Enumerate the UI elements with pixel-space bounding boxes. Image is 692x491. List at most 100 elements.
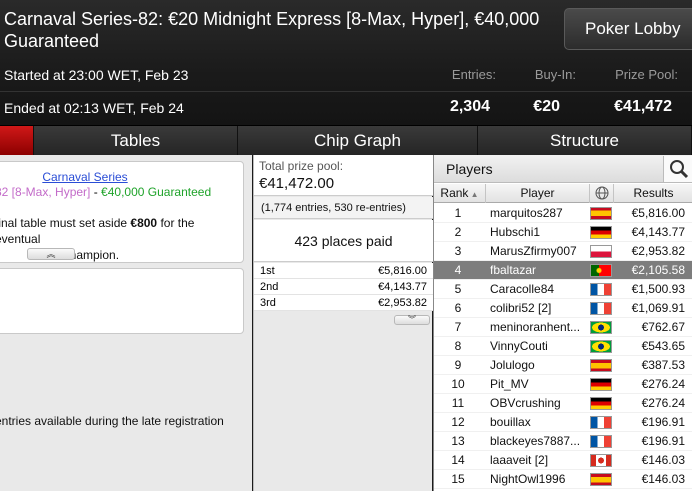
prize-pool-panel: Total prize pool: €41,472.00 (1,774 entr… xyxy=(253,155,433,491)
player-result: €276.24 xyxy=(641,377,685,391)
germany-flag-icon xyxy=(590,397,612,410)
results-column-header[interactable]: Results xyxy=(614,184,692,203)
payout-list: 1st €5,816.00 2nd €4,143.77 3rd €2,953.8… xyxy=(254,263,433,311)
players-column-headers: Rank ▲ Player Results xyxy=(434,184,692,203)
player-result: €543.65 xyxy=(641,339,685,353)
player-rank: 10 xyxy=(451,377,465,391)
player-row[interactable]: 15 NightOwl1996 €146.03 xyxy=(434,470,692,489)
player-row[interactable]: 8 VinnyCouti €543.65 xyxy=(434,337,692,356)
player-rank: 1 xyxy=(454,206,462,220)
sort-arrow-icon: ▲ xyxy=(468,190,479,199)
chevron-down-icon: ︾ xyxy=(408,315,416,324)
brazil-flag-icon xyxy=(590,340,612,353)
player-name: Pit_MV xyxy=(490,377,529,391)
search-icon xyxy=(670,160,689,179)
payout-row: 3rd €2,953.82 xyxy=(254,295,433,311)
tab-tables[interactable]: Tables xyxy=(34,126,238,155)
payout-amount: €2,953.82 xyxy=(378,297,427,309)
series-subtitle: 82 [8-Max, Hyper] - €40,000 Guaranteed xyxy=(0,185,235,199)
player-result: €196.91 xyxy=(641,434,685,448)
player-rank: 8 xyxy=(454,339,462,353)
player-rank: 2 xyxy=(454,225,462,239)
player-rank: 13 xyxy=(451,434,465,448)
series-guarantee: €40,000 Guaranteed xyxy=(101,185,212,199)
series-link[interactable]: Carnaval Series xyxy=(0,170,175,184)
note-text-1: final table must set aside xyxy=(0,216,131,230)
payout-amount: €4,143.77 xyxy=(378,281,427,293)
tournament-header: Carnaval Series-82: €20 Midnight Express… xyxy=(0,0,692,125)
player-name: NightOwl1996 xyxy=(490,472,566,486)
note-amount: €800 xyxy=(130,216,158,230)
player-result: €146.03 xyxy=(641,472,685,486)
rank-header-label: Rank xyxy=(440,186,469,200)
canada-flag-icon xyxy=(590,454,612,467)
globe-icon xyxy=(595,186,608,200)
entries-value: 2,304 xyxy=(449,98,490,115)
player-column-header[interactable]: Player xyxy=(486,184,590,203)
player-result: €4,143.77 xyxy=(631,225,685,239)
players-header: Players xyxy=(434,155,692,183)
player-row[interactable]: 5 Caracolle84 €1,500.93 xyxy=(434,280,692,299)
late-registration-card: entries available during the late regist… xyxy=(0,268,244,428)
player-row[interactable]: 14 laaaveit [2] €146.03 xyxy=(434,451,692,470)
payout-place: 1st xyxy=(260,265,275,277)
player-name: marquitos287 xyxy=(490,206,563,220)
entries-label: Entries: xyxy=(451,67,496,82)
player-name: Hubschi1 xyxy=(490,225,541,239)
poker-lobby-button[interactable]: Poker Lobby xyxy=(564,8,692,50)
rank-column-header[interactable]: Rank ▲ xyxy=(434,184,486,203)
player-name: Jolulogo xyxy=(490,358,535,372)
tournament-info-panel: Carnaval Series 82 [8-Max, Hyper] - €40,… xyxy=(0,155,252,491)
player-rank: 3 xyxy=(454,244,462,258)
buyin-value: €20 xyxy=(533,98,560,115)
portugal-flag-icon xyxy=(590,264,612,277)
germany-flag-icon xyxy=(590,378,612,391)
players-list: 1 marquitos287 €5,816.00 2 Hubschi1 €4,143.77… xyxy=(434,204,692,489)
player-search-button[interactable] xyxy=(663,156,692,182)
collapse-button[interactable]: ︽ xyxy=(27,248,75,260)
prizepool-value: €41,472 xyxy=(614,98,672,115)
player-row[interactable]: 9 Jolulogo €387.53 xyxy=(434,356,692,375)
tab-chip-graph[interactable]: Chip Graph xyxy=(238,126,478,155)
player-rank: 11 xyxy=(451,396,465,410)
player-result: €196.91 xyxy=(641,415,685,429)
player-row[interactable]: 13 blackeyes7887... €196.91 xyxy=(434,432,692,451)
payout-row: 2nd €4,143.77 xyxy=(254,279,433,295)
player-rank: 5 xyxy=(454,282,462,296)
player-row[interactable]: 2 Hubschi1 €4,143.77 xyxy=(434,223,692,242)
expand-payouts-button[interactable]: ︾ xyxy=(394,315,430,325)
payout-place: 2nd xyxy=(260,281,279,293)
info-row-start: Started at 23:00 WET, Feb 23 Entries: Bu… xyxy=(0,59,692,91)
series-event-name: 82 [8-Max, Hyper] xyxy=(0,185,91,199)
total-prize-label: Total prize pool: xyxy=(259,159,344,173)
poland-flag-icon xyxy=(590,245,612,258)
player-name: blackeyes7887... xyxy=(490,434,581,448)
player-row[interactable]: 11 OBVcrushing €276.24 xyxy=(434,394,692,413)
player-row[interactable]: 10 Pit_MV €276.24 xyxy=(434,375,692,394)
player-name: laaaveit [2] xyxy=(490,453,549,467)
player-name: Caracolle84 xyxy=(490,282,555,296)
players-panel: Players Rank ▲ Player Results 1 marquitos… xyxy=(433,155,692,491)
player-name: MarusZfirmy007 xyxy=(490,244,577,258)
france-flag-icon xyxy=(590,302,612,315)
player-row[interactable]: 4 fbaltazar €2,105.58 xyxy=(434,261,692,280)
player-result: €762.67 xyxy=(641,320,685,334)
tab-info[interactable] xyxy=(0,126,34,155)
tab-structure[interactable]: Structure xyxy=(478,126,692,155)
late-registration-text: entries available during the late regist… xyxy=(0,414,224,428)
player-name: fbaltazar xyxy=(490,263,537,277)
player-name: colibri52 [2] xyxy=(490,301,552,315)
player-row[interactable]: 12 bouillax €196.91 xyxy=(434,413,692,432)
tournament-description-card: Carnaval Series 82 [8-Max, Hyper] - €40,… xyxy=(0,161,244,263)
player-row[interactable]: 7 meninoranhent... €762.67 xyxy=(434,318,692,337)
tournament-title: Carnaval Series-82: €20 Midnight Express… xyxy=(4,9,540,51)
player-row[interactable]: 3 MarusZfirmy007 €2,953.82 xyxy=(434,242,692,261)
france-flag-icon xyxy=(590,435,612,448)
player-rank: 6 xyxy=(454,301,462,315)
player-rank: 12 xyxy=(451,415,465,429)
player-name: meninoranhent... xyxy=(490,320,581,334)
player-row[interactable]: 6 colibri52 [2] €1,069.91 xyxy=(434,299,692,318)
country-column-header[interactable] xyxy=(590,184,614,203)
player-row[interactable]: 1 marquitos287 €5,816.00 xyxy=(434,204,692,223)
payout-place: 3rd xyxy=(260,297,276,309)
